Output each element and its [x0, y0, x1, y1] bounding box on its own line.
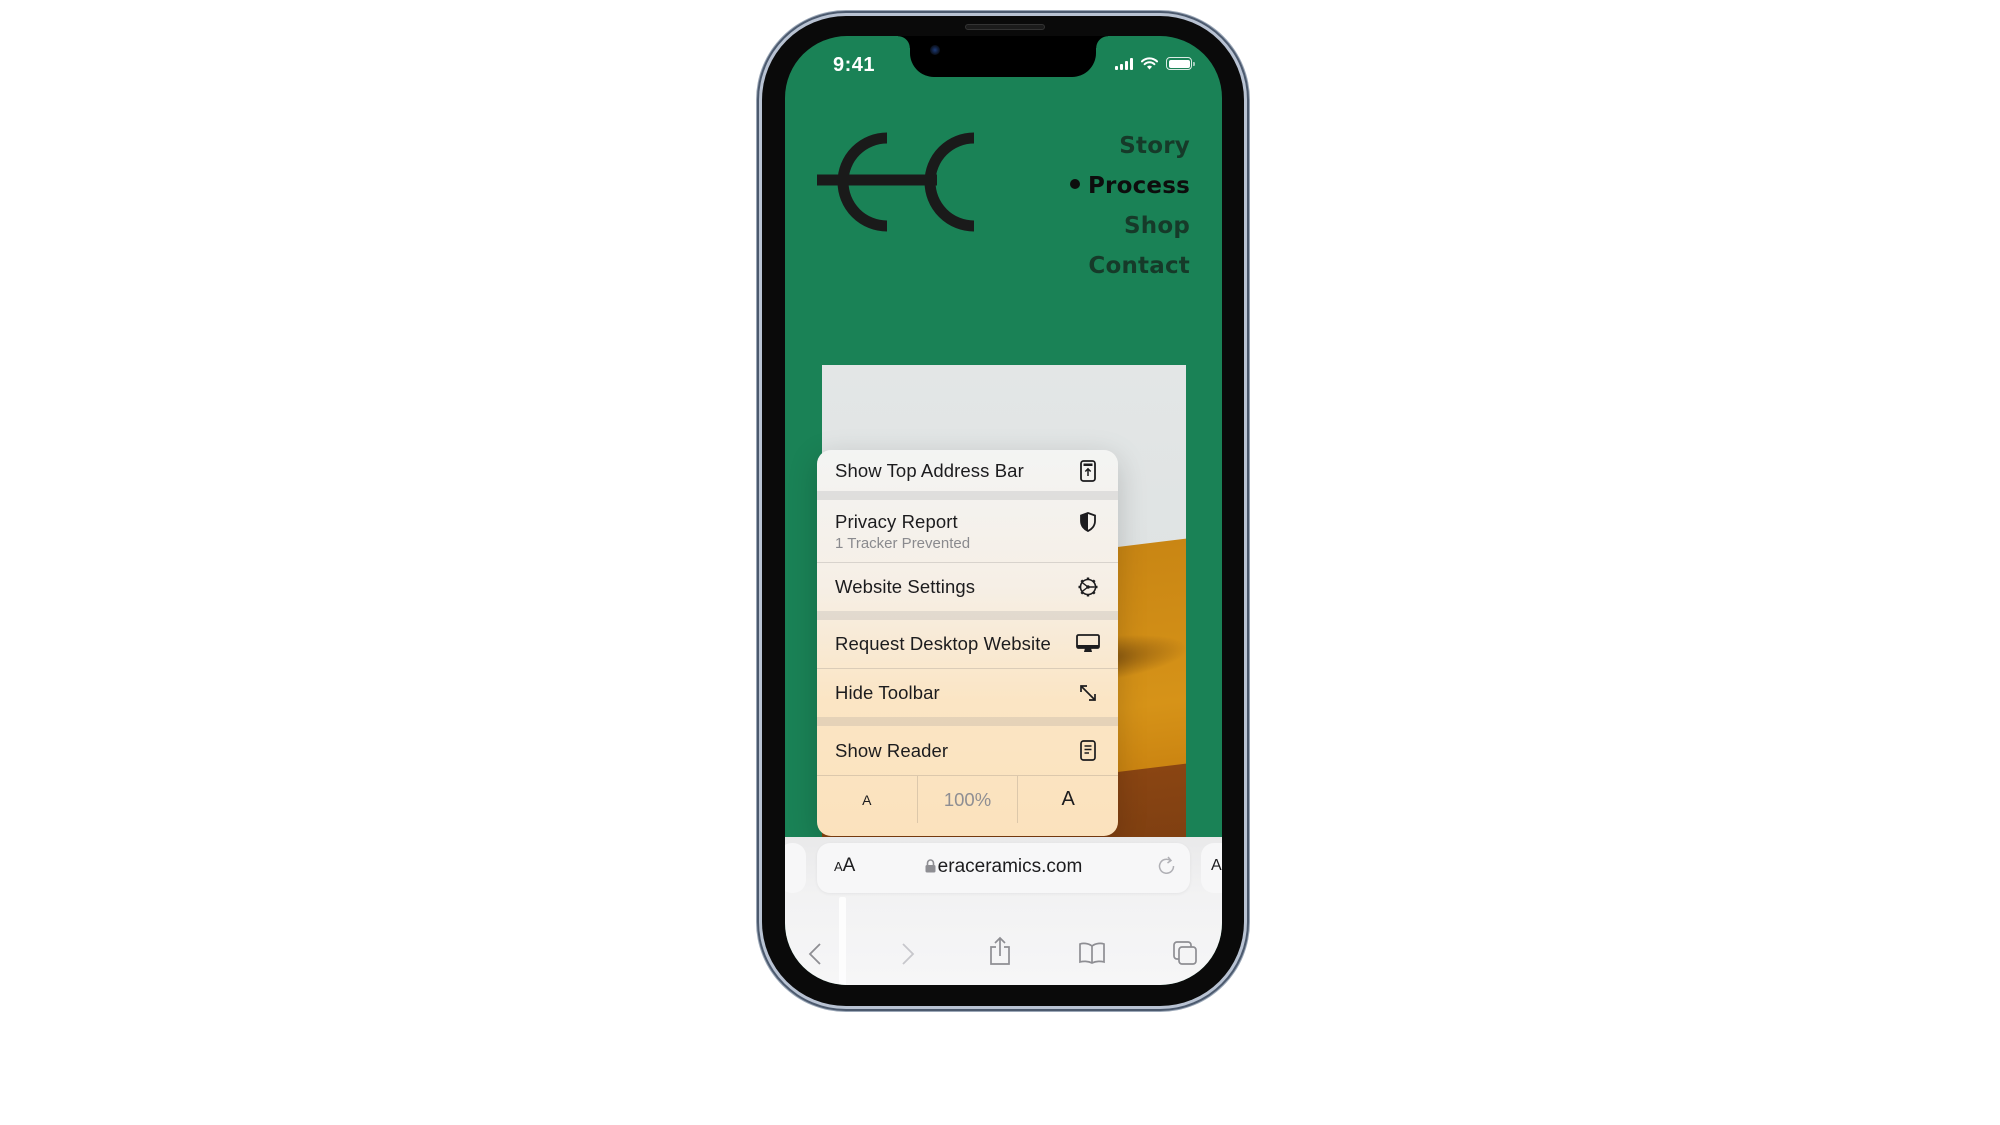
- zoom-decrease-button[interactable]: A: [817, 776, 917, 823]
- menu-item-show-reader[interactable]: Show Reader: [817, 726, 1118, 775]
- nav-label: Process: [1087, 173, 1190, 199]
- menu-item-label: Show Top Address Bar: [835, 459, 1024, 481]
- top-address-bar-icon: [1076, 459, 1100, 483]
- bookmarks-button[interactable]: [1077, 938, 1107, 968]
- menu-item-request-desktop-website[interactable]: Request Desktop Website: [817, 620, 1118, 668]
- tabs-button[interactable]: [1170, 938, 1200, 968]
- zoom-increase-button[interactable]: A: [1017, 776, 1118, 823]
- menu-item-label: Request Desktop Website: [835, 633, 1051, 654]
- menu-item-website-settings[interactable]: Website Settings: [817, 563, 1118, 611]
- forward-icon: [902, 943, 915, 965]
- ec-logo-icon[interactable]: [817, 132, 977, 232]
- earpiece-speaker: [965, 24, 1045, 30]
- back-icon: [808, 943, 821, 965]
- cellular-signal-icon: [1115, 57, 1133, 70]
- menu-item-label: Privacy Report: [835, 510, 958, 532]
- menu-item-label: Website Settings: [835, 576, 976, 597]
- lock-icon: [925, 859, 936, 873]
- tabs-icon: [1173, 941, 1197, 965]
- nav-label: Contact: [1088, 253, 1190, 279]
- battery-icon: [1166, 57, 1195, 70]
- address-bar[interactable]: AA eraceramics.com: [817, 843, 1190, 893]
- nav-label: Shop: [1123, 213, 1190, 239]
- wifi-icon: [1141, 57, 1158, 70]
- status-time: 9:41: [833, 54, 876, 76]
- menu-item-label: Show Reader: [835, 739, 949, 761]
- nav-label: Story: [1119, 133, 1190, 159]
- url-text: eraceramics.com: [937, 856, 1083, 877]
- next-tab-peek[interactable]: A: [1201, 843, 1222, 893]
- zoom-level: 100%: [916, 776, 1018, 823]
- scroll-indicator: [839, 897, 846, 985]
- section-separator: [817, 717, 1118, 726]
- menu-item-hide-toolbar[interactable]: Hide Toolbar: [817, 669, 1118, 717]
- active-bullet-icon: [1069, 178, 1080, 189]
- nav-item-story[interactable]: Story: [1070, 126, 1190, 166]
- page-menu: Show Top Address Bar Privacy Report 1 Tr…: [817, 450, 1118, 836]
- bookmarks-icon: [1079, 942, 1105, 964]
- forward-button[interactable]: [893, 939, 923, 969]
- url-display: eraceramics.com: [817, 856, 1190, 878]
- gear-icon: [1076, 575, 1100, 599]
- site-navigation: Story Process Shop Contact: [1069, 126, 1190, 286]
- share-icon: [990, 936, 1010, 965]
- desktop-icon: [1076, 632, 1100, 656]
- safari-toolbar: AA eraceramics.com A: [785, 837, 1222, 985]
- reload-icon[interactable]: [1158, 856, 1176, 876]
- nav-item-process[interactable]: Process: [1069, 166, 1190, 206]
- front-camera: [930, 45, 940, 55]
- nav-item-contact[interactable]: Contact: [1070, 246, 1190, 286]
- notch: [898, 36, 1108, 77]
- section-separator: [817, 611, 1118, 620]
- status-icons: [1115, 57, 1195, 70]
- menu-item-show-top-address-bar[interactable]: Show Top Address Bar: [817, 450, 1118, 491]
- share-button[interactable]: [985, 936, 1015, 966]
- previous-tab-peek[interactable]: [785, 843, 806, 893]
- reader-icon: [1076, 739, 1100, 763]
- resize-arrows-icon: [1076, 681, 1100, 705]
- menu-item-label: Hide Toolbar: [835, 682, 940, 703]
- section-separator: [817, 491, 1118, 500]
- page-zoom-control: A 100% A: [817, 775, 1118, 823]
- menu-item-sublabel: 1 Tracker Prevented: [835, 534, 971, 552]
- next-tab-aa: A: [1211, 857, 1222, 874]
- back-button[interactable]: [800, 939, 830, 969]
- phone-screen: Story Process Shop Contact 9:41 Show Top…: [785, 36, 1222, 985]
- menu-item-privacy-report[interactable]: Privacy Report 1 Tracker Prevented: [817, 500, 1118, 562]
- nav-item-shop[interactable]: Shop: [1070, 206, 1190, 246]
- shield-icon: [1076, 510, 1100, 534]
